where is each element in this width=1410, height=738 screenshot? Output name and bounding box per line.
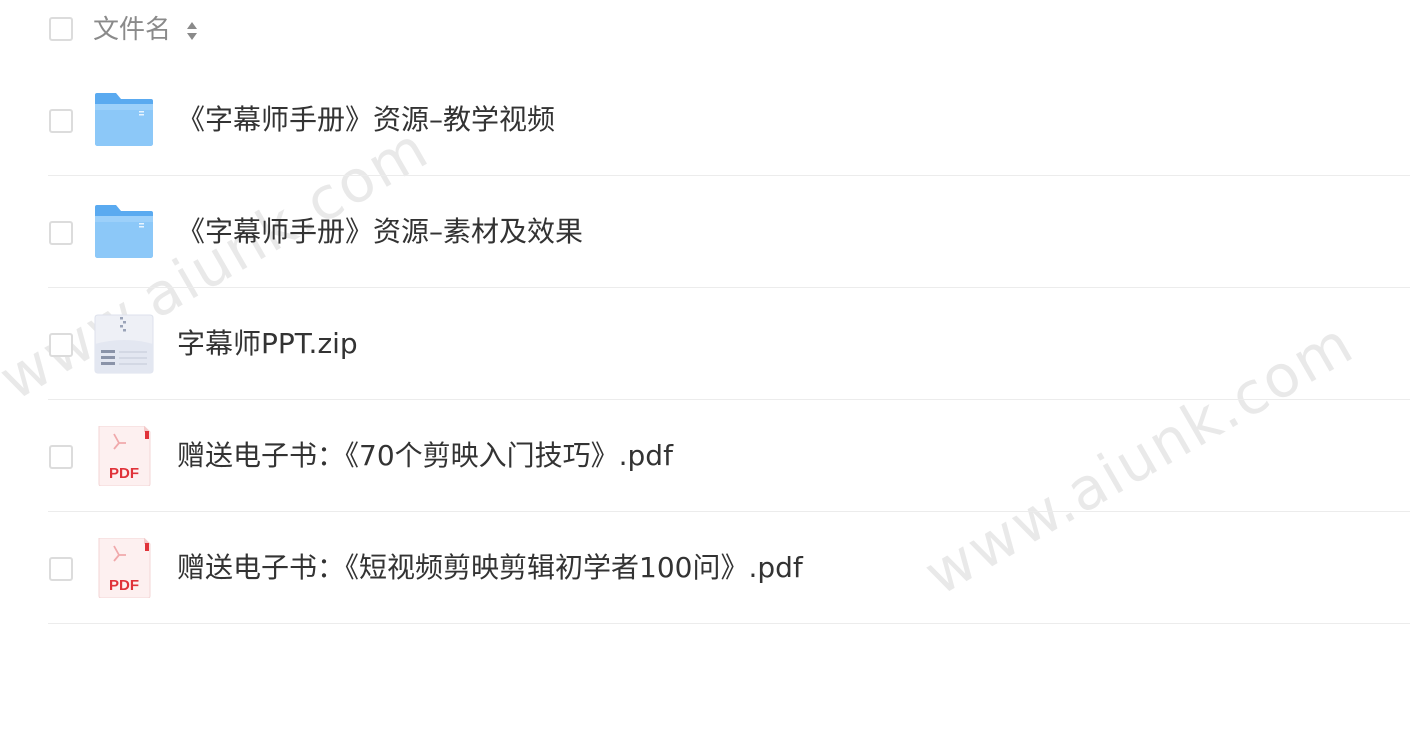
file-name[interactable]: 赠送电子书：《短视频剪映剪辑初学者100问》.pdf bbox=[177, 549, 803, 587]
row-checkbox[interactable] bbox=[49, 333, 73, 357]
filename-column-header[interactable]: 文件名 bbox=[93, 13, 171, 47]
file-name[interactable]: 赠送电子书：《70个剪映入门技巧》.pdf bbox=[177, 437, 673, 475]
select-all-checkbox[interactable] bbox=[49, 17, 73, 41]
pdf-icon-label: PDF bbox=[109, 577, 139, 594]
file-name[interactable]: 《字幕师手册》资源–素材及效果 bbox=[177, 213, 583, 251]
pdf-file-icon: PDF bbox=[98, 538, 151, 598]
row-checkbox[interactable] bbox=[49, 557, 73, 581]
file-row[interactable]: PDF 赠送电子书：《70个剪映入门技巧》.pdf bbox=[0, 400, 1410, 512]
file-row[interactable]: PDF 赠送电子书：《短视频剪映剪辑初学者100问》.pdf bbox=[0, 512, 1410, 624]
file-name[interactable]: 《字幕师手册》资源–教学视频 bbox=[177, 101, 555, 139]
file-row[interactable]: 字幕师PPT.zip bbox=[0, 288, 1410, 400]
row-checkbox[interactable] bbox=[49, 445, 73, 469]
pdf-file-icon: PDF bbox=[98, 426, 151, 486]
sort-icon[interactable] bbox=[185, 19, 199, 43]
file-name[interactable]: 字幕师PPT.zip bbox=[177, 325, 358, 363]
pdf-icon-label: PDF bbox=[109, 465, 139, 482]
row-checkbox[interactable] bbox=[49, 221, 73, 245]
row-checkbox[interactable] bbox=[49, 109, 73, 133]
row-divider bbox=[48, 623, 1410, 624]
folder-icon bbox=[95, 93, 153, 146]
folder-icon bbox=[95, 205, 153, 258]
zip-file-icon bbox=[94, 314, 154, 374]
file-row[interactable]: 《字幕师手册》资源–教学视频 bbox=[0, 64, 1410, 176]
file-list-header: 文件名 bbox=[0, 0, 1410, 62]
file-row[interactable]: 《字幕师手册》资源–素材及效果 bbox=[0, 176, 1410, 288]
